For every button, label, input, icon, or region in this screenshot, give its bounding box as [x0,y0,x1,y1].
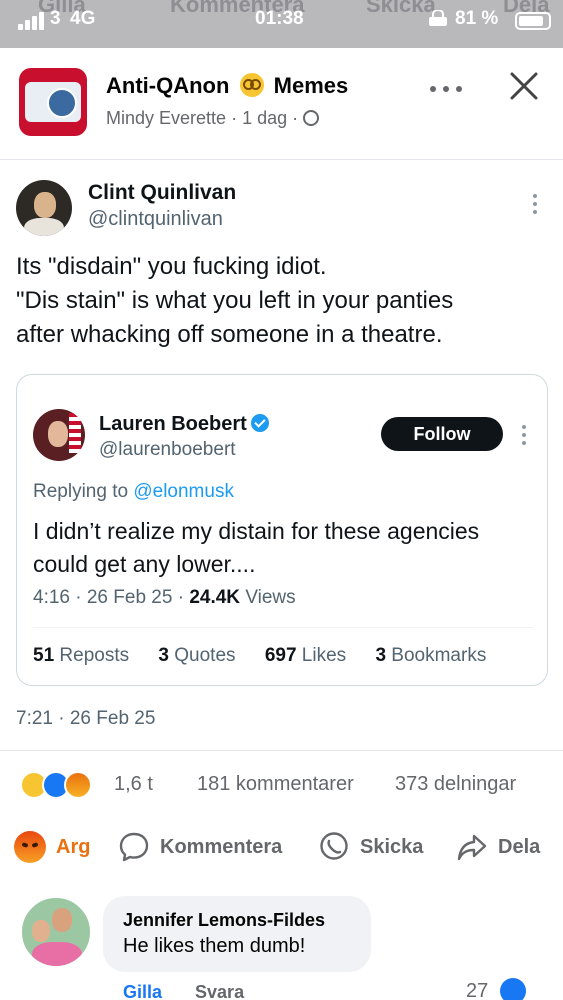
orientation-lock-icon [429,10,447,26]
reaction-icons[interactable] [20,771,110,799]
tweet-author-handle: @clintquinlivan [88,208,223,230]
comment-label: Kommentera [160,835,283,858]
views-label: Views [245,587,296,608]
quote-author-handle: @laurenboebert [99,439,236,460]
like-badge-icon [500,978,526,1000]
avatar [33,409,85,461]
likes-count: 697 [264,645,297,666]
signal-icon [18,12,46,30]
send-label: Skicka [360,835,424,858]
divider [33,627,533,628]
avatar [16,180,72,236]
quote-author-name-text: Lauren Boebert [99,413,247,435]
tweet-line: after whacking off someone in a theatre. [16,321,443,348]
comment-like-count: 27 [466,980,489,1000]
share-button[interactable]: Dela [456,830,540,864]
verified-badge-icon [250,414,269,432]
reactions-summary: 1,6 t 181 kommentarer 373 delningar [0,750,563,814]
network-label: 4G [70,8,96,29]
quotes-count: 3 [158,645,169,666]
replying-prefix: Replying to [33,481,129,502]
quote-text: I didn’t realize my distain for these ag… [33,515,533,581]
follow-button: Follow [381,417,503,451]
tweet-author-name: Clint Quinlivan [88,181,237,204]
react-button[interactable]: Arg [14,830,90,864]
comment-bubble: Jennifer Lemons-Fildes He likes them dum… [103,896,371,972]
bookmarks-label: Bookmarks [391,645,487,666]
ghost-label-skicka: Skicka [366,0,436,17]
page-avatar[interactable] [19,68,87,136]
tweet-line: Its "disdain" you fucking idiot. [16,253,327,280]
bookmarks-count: 3 [375,645,387,666]
quote-meta: 4:16 · 26 Feb 25 · 24.4K Views [33,587,296,609]
tweet-timestamp: 7:21 · 26 Feb 25 [16,708,156,729]
dizzy-face-emoji-icon [239,73,264,97]
send-button[interactable]: Skicka [318,830,423,864]
share-label: Dela [498,835,541,858]
comment-button[interactable]: Kommentera [118,830,282,864]
share-arrow-icon [457,834,487,861]
post-subtitle: Mindy Everette · 1 dag · [106,108,320,129]
comment-like-button[interactable]: Gilla [123,982,162,1000]
more-options-icon[interactable] [430,84,464,94]
shares-count[interactable]: 373 delningar [395,773,516,796]
mention-link: @elonmusk [133,481,234,502]
battery-label: 81 % [455,8,499,29]
quote-line: could get any lower.... [33,551,256,577]
comment-icon [119,832,149,862]
quote-more-icon [521,425,527,445]
comment-author[interactable]: Jennifer Lemons-Fildes [123,910,351,931]
post-header: Anti-QAnon Memes Mindy Everette · 1 dag … [0,48,563,160]
post-time[interactable]: 1 dag [242,108,287,128]
angry-face-icon [14,831,46,863]
quote-line: I didn’t realize my distain for these ag… [33,518,480,544]
page-title[interactable]: Anti-QAnon Memes [106,73,348,99]
comment-text: He likes them dumb! [123,935,306,957]
reposts-count: 51 [33,645,55,666]
status-bar: Gilla Kommentera Skicka Dela 3 4G 01:38 … [0,0,563,48]
page-name: Anti-QAnon [106,73,230,98]
reposts-label: Reposts [59,645,130,666]
quotes-label: Quotes [174,645,236,666]
reaction-count[interactable]: 1,6 t [114,773,153,796]
comment-actions: Gilla Svara [123,982,244,1000]
page-name-suffix: Memes [273,73,349,98]
separator: · [292,108,299,128]
close-icon[interactable] [508,70,540,102]
status-time: 01:38 [255,8,304,29]
tweet-text: Its "disdain" you fucking idiot. "Dis st… [16,250,546,352]
messenger-send-icon [320,832,348,860]
action-bar: Arg Kommentera Skicka Dela [0,814,563,878]
quote-timestamp: 4:16 · 26 Feb 25 · [33,587,185,608]
separator: · [231,108,238,128]
carrier-label: 3 [50,8,61,29]
likes-label: Likes [301,645,347,666]
views-count: 24.4K [189,587,241,608]
quote-author-name: Lauren Boebert [99,413,269,436]
replying-to: Replying to @elonmusk [33,481,234,503]
react-label: Arg [56,835,91,858]
tweet-line: "Dis stain" is what you left in your pan… [16,287,454,314]
tweet-more-icon [532,194,538,214]
angry-reaction-icon [64,771,92,799]
avatar[interactable] [20,896,92,968]
quote-stats: 51 Reposts 3 Quotes 697 Likes 3 Bookmark… [33,645,510,667]
tweet-screenshot[interactable]: Clint Quinlivan @clintquinlivan Its "dis… [0,164,563,749]
quoted-tweet: Lauren Boebert @laurenboebert Follow Rep… [16,374,548,686]
globe-icon [303,110,320,126]
post-author[interactable]: Mindy Everette [106,108,226,128]
comments-count[interactable]: 181 kommentarer [197,773,354,796]
battery-icon [515,12,551,30]
comment-reply-button[interactable]: Svara [195,982,244,1000]
